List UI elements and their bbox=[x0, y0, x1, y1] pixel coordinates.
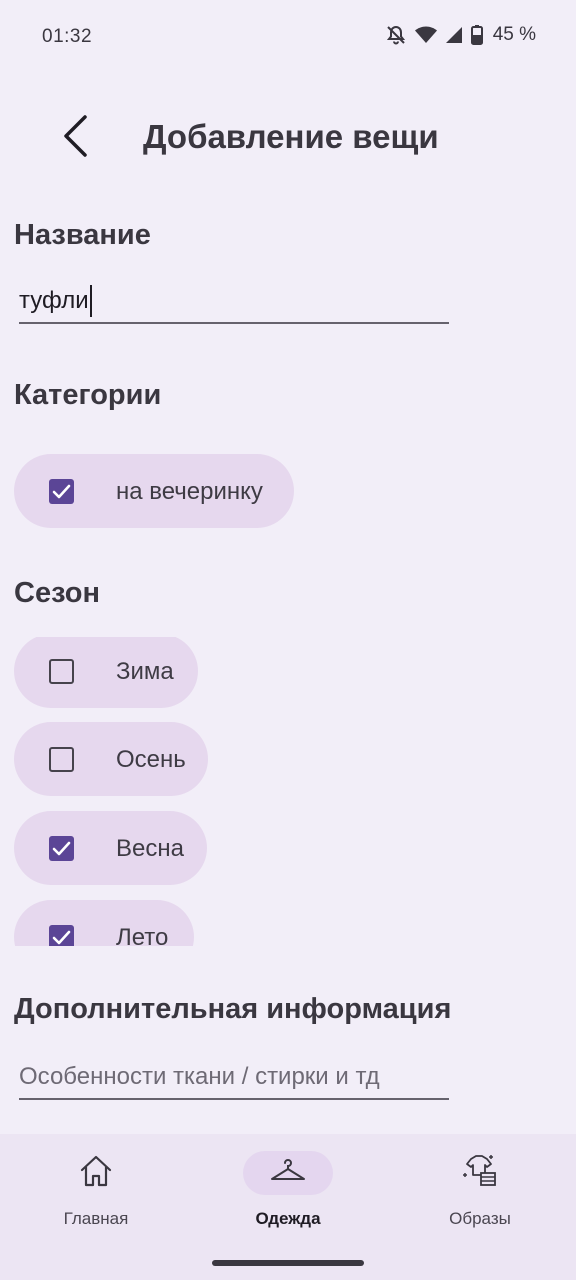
status-time: 01:32 bbox=[42, 26, 93, 47]
info-input[interactable] bbox=[19, 1056, 449, 1100]
nav-active-indicator bbox=[243, 1151, 333, 1195]
category-chip-party[interactable]: на вечеринку bbox=[14, 454, 294, 528]
season-chip-autumn[interactable]: Осень bbox=[14, 722, 208, 796]
checkbox-unchecked-icon bbox=[49, 659, 74, 684]
season-chip-label: Лето bbox=[116, 924, 169, 946]
nav-outfits[interactable]: Образы bbox=[384, 1134, 576, 1244]
checkbox-checked-icon bbox=[49, 836, 74, 861]
wifi-icon bbox=[414, 26, 437, 44]
season-chip-label: Весна bbox=[116, 835, 184, 862]
bottom-navigation: Главная Одежда Образы bbox=[0, 1134, 576, 1280]
back-button[interactable] bbox=[48, 108, 104, 168]
text-cursor bbox=[90, 285, 92, 317]
hanger-icon bbox=[270, 1158, 306, 1189]
checkbox-checked-icon bbox=[49, 925, 74, 946]
outfits-icon bbox=[461, 1153, 499, 1194]
nav-label: Главная bbox=[63, 1209, 129, 1228]
season-heading: Сезон bbox=[14, 577, 100, 609]
battery-percent: 45 % bbox=[492, 24, 536, 45]
name-input[interactable] bbox=[19, 280, 449, 324]
nav-label: Образы bbox=[449, 1209, 511, 1228]
categories-heading: Категории bbox=[14, 379, 162, 411]
battery-icon bbox=[470, 25, 483, 45]
checkbox-unchecked-icon bbox=[49, 747, 74, 772]
mute-icon bbox=[385, 24, 407, 46]
info-heading: Дополнительная информация bbox=[14, 993, 452, 1025]
signal-icon bbox=[445, 26, 463, 44]
season-chip-label: Осень bbox=[116, 746, 186, 773]
page-title: Добавление вещи bbox=[143, 118, 439, 155]
add-item-screen: 01:32 45 % Добавление вещи Название туфл… bbox=[0, 0, 576, 1280]
season-list[interactable]: Зима Осень Весна Лето bbox=[0, 637, 576, 946]
season-chip-winter[interactable]: Зима bbox=[14, 637, 198, 708]
checkbox-checked-icon bbox=[49, 479, 74, 504]
nav-home[interactable]: Главная bbox=[0, 1134, 192, 1244]
gesture-bar[interactable] bbox=[212, 1260, 364, 1266]
nav-outfits-indicator bbox=[435, 1151, 525, 1195]
status-bar: 01:32 45 % bbox=[0, 0, 576, 72]
nav-clothes[interactable]: Одежда bbox=[192, 1134, 384, 1244]
category-chip-label: на вечеринку bbox=[116, 478, 263, 505]
season-chip-spring[interactable]: Весна bbox=[14, 811, 207, 885]
status-icons: 45 % bbox=[385, 24, 536, 46]
home-icon bbox=[78, 1154, 114, 1193]
nav-home-indicator bbox=[51, 1151, 141, 1195]
name-heading: Название bbox=[14, 219, 151, 251]
season-chip-summer[interactable]: Лето bbox=[14, 900, 194, 946]
back-arrow-icon bbox=[61, 114, 91, 163]
season-chip-label: Зима bbox=[116, 658, 174, 685]
nav-label: Одежда bbox=[255, 1209, 321, 1228]
